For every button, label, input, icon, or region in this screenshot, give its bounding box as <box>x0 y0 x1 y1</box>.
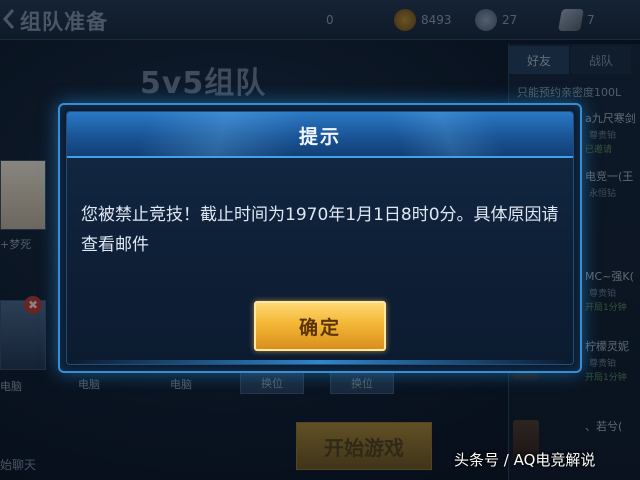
dialog-message: 您被禁止竞技！截止时间为1970年1月1日8时0分。具体原因请查看邮件 <box>81 205 559 255</box>
dialog-title: 提示 <box>298 126 341 148</box>
dialog-divider <box>67 360 573 364</box>
confirm-button[interactable]: 确定 <box>254 301 386 351</box>
dialog-header: 提示 <box>67 112 573 158</box>
confirm-button-label: 确定 <box>298 316 341 339</box>
watermark: 头条号 / AQ电竞解说 <box>454 451 596 469</box>
